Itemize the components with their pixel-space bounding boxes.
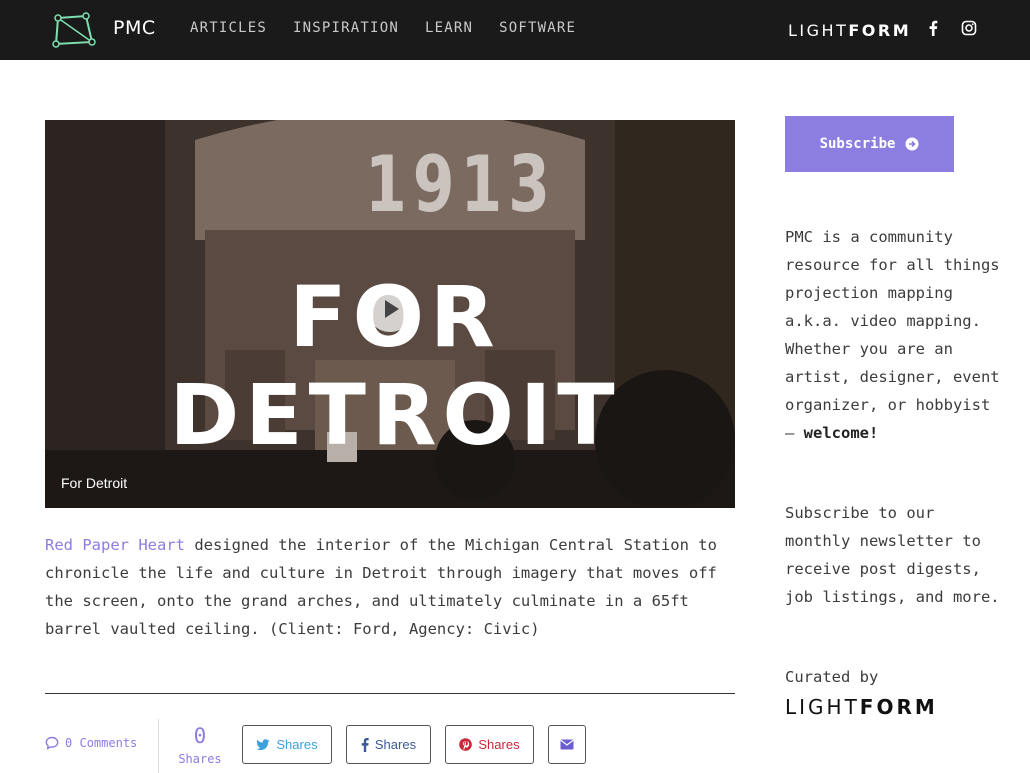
- newsletter-text: Subscribe to our monthly newsletter to r…: [785, 504, 1000, 606]
- subscribe-label: Subscribe: [819, 136, 896, 152]
- lightform-logo-light: LIGHT: [788, 21, 849, 40]
- divider: [45, 693, 735, 694]
- about-body: PMC is a community resource for all thin…: [785, 228, 1000, 442]
- instagram-icon[interactable]: [961, 19, 977, 37]
- subscribe-button[interactable]: Subscribe: [785, 116, 954, 172]
- twitter-icon: [256, 738, 270, 750]
- comment-icon: [45, 736, 59, 750]
- red-paper-heart-link[interactable]: Red Paper Heart: [45, 536, 185, 554]
- top-navbar: PMC ARTICLES INSPIRATION LEARN SOFTWARE …: [0, 0, 1030, 60]
- brand-name[interactable]: PMC: [113, 17, 156, 39]
- pmc-logo-icon[interactable]: [52, 12, 96, 48]
- comments-link[interactable]: 0 Comments: [45, 736, 137, 750]
- curated-by-label: Curated by: [785, 668, 879, 686]
- nav-articles[interactable]: ARTICLES: [190, 20, 267, 36]
- twitter-share-label: Shares: [276, 737, 318, 752]
- article-body: Red Paper Heart designed the interior of…: [45, 531, 735, 643]
- lightform-logo[interactable]: LIGHTFORM: [788, 21, 911, 40]
- hero-year-overlay: 1913: [365, 139, 556, 231]
- about-welcome: welcome!: [803, 424, 879, 442]
- nav-learn[interactable]: LEARN: [425, 20, 473, 36]
- main-nav: ARTICLES INSPIRATION LEARN SOFTWARE: [190, 20, 602, 36]
- pinterest-share-button[interactable]: Shares: [445, 725, 534, 764]
- arrow-circle-right-icon: [905, 137, 919, 151]
- pinterest-share-label: Shares: [478, 737, 520, 752]
- twitter-share-button[interactable]: Shares: [242, 725, 332, 764]
- pinterest-icon: [459, 738, 473, 751]
- facebook-share-label: Shares: [374, 737, 417, 752]
- envelope-icon: [560, 739, 574, 750]
- comments-count: 0: [65, 736, 73, 750]
- facebook-icon[interactable]: [925, 19, 941, 37]
- curator-light: LIGHT: [785, 695, 860, 719]
- email-share-button[interactable]: [548, 725, 586, 764]
- facebook-share-button[interactable]: Shares: [346, 725, 431, 764]
- curator-bold: FORM: [859, 695, 938, 719]
- video-player[interactable]: 1913 FOR DETROIT For Detroit: [45, 120, 735, 508]
- nav-software[interactable]: SOFTWARE: [499, 20, 576, 36]
- play-icon[interactable]: [367, 286, 413, 332]
- lightform-sidebar-logo[interactable]: LIGHTFORM: [785, 695, 938, 719]
- footer-separator: [158, 719, 159, 773]
- video-caption: For Detroit: [61, 475, 128, 491]
- shares-label: Shares: [178, 752, 222, 766]
- comments-label: Comments: [79, 736, 138, 750]
- shares-count: 0: [193, 724, 207, 748]
- about-text: PMC is a community resource for all thin…: [785, 223, 1000, 447]
- lightform-logo-bold: FORM: [848, 21, 912, 40]
- nav-inspiration[interactable]: INSPIRATION: [293, 20, 399, 36]
- facebook-icon: [361, 737, 369, 752]
